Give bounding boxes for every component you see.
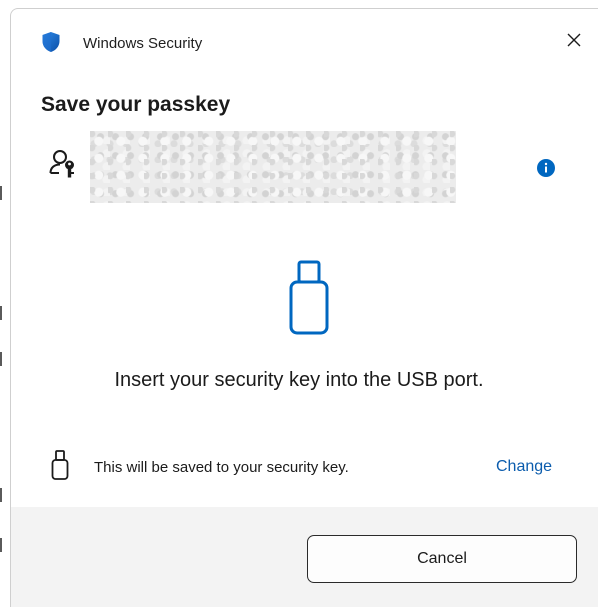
background-edge-mark (0, 352, 2, 366)
usb-key-icon (288, 260, 330, 336)
close-icon (567, 33, 581, 52)
windows-security-shield-icon (41, 31, 61, 53)
background-edge-mark (0, 306, 2, 320)
windows-security-dialog: Windows Security Save your passkey Inser… (10, 8, 598, 607)
background-edge-mark (0, 488, 2, 502)
dialog-footer: Cancel (11, 507, 598, 607)
cancel-button[interactable]: Cancel (307, 535, 577, 583)
app-title: Windows Security (83, 35, 203, 52)
usb-key-icon (51, 450, 69, 480)
background-edge-mark (0, 538, 2, 552)
close-button[interactable] (559, 27, 589, 57)
title-bar: Windows Security (11, 9, 598, 75)
dialog-heading: Save your passkey (41, 93, 231, 116)
redacted-account-name (90, 131, 456, 203)
background-edge-mark (0, 186, 2, 200)
person-key-icon (49, 149, 77, 179)
save-location-note: This will be saved to your security key. (94, 459, 349, 476)
change-link[interactable]: Change (496, 458, 552, 476)
info-icon[interactable] (537, 159, 555, 177)
instruction-text: Insert your security key into the USB po… (114, 369, 484, 391)
